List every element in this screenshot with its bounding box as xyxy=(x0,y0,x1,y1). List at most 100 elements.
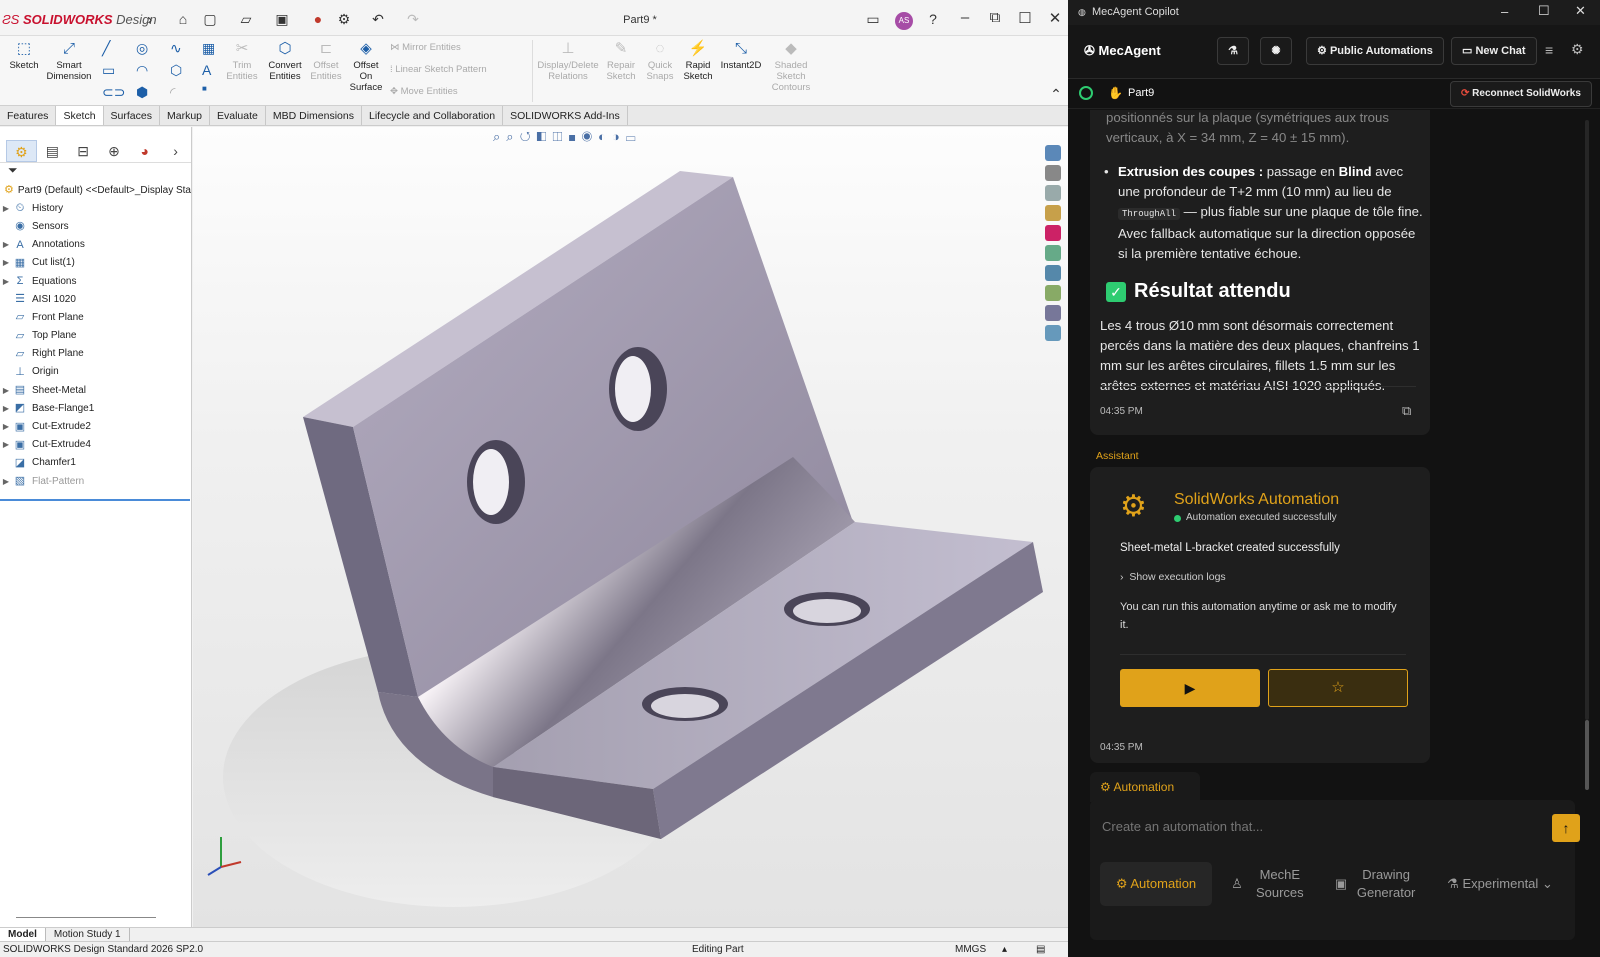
rollback-bar[interactable] xyxy=(16,917,156,918)
tree-item[interactable]: ▶ Σ Equations xyxy=(0,272,191,290)
spline-icon[interactable]: ∿ xyxy=(170,40,182,57)
tree-item[interactable]: ◪ Chamfer1 xyxy=(0,454,191,472)
appearances-icon[interactable] xyxy=(1045,225,1061,241)
offset-entities-button[interactable]: ⊏ Offset Entities xyxy=(306,40,346,82)
send-button[interactable]: ↑ xyxy=(1552,814,1580,842)
menu-icon[interactable]: ≡ xyxy=(1545,42,1553,58)
save-icon[interactable]: ▣ xyxy=(274,11,290,27)
expand-menu-icon[interactable]: › xyxy=(142,11,158,27)
smart-dimension-button[interactable]: ⤢ Smart Dimension xyxy=(44,40,94,82)
tree-item[interactable]: ▶ ▧ Flat-Pattern xyxy=(0,472,191,490)
options-icon[interactable]: ⚙ xyxy=(336,11,352,27)
mirror-entities-button[interactable]: ⋈ Mirror Entities xyxy=(390,42,461,53)
rapid-sketch-button[interactable]: ⚡ Rapid Sketch xyxy=(680,40,716,82)
status-tooltip-icon[interactable]: ▤ xyxy=(1036,944,1045,955)
text-icon[interactable]: A xyxy=(202,62,211,78)
tab-mbd-dimensions[interactable]: MBD Dimensions xyxy=(266,106,362,125)
circle-icon[interactable]: ◎ xyxy=(136,40,148,57)
terminal-icon[interactable]: ▭ xyxy=(865,11,881,27)
units-arrow-icon[interactable]: ▴ xyxy=(1002,944,1007,955)
tree-item[interactable]: ▱ Right Plane xyxy=(0,345,191,363)
fillet-icon[interactable]: ◜ xyxy=(170,84,175,101)
tree-item[interactable]: ▶ ▣ Cut-Extrude2 xyxy=(0,417,191,435)
close-icon[interactable]: ✕ xyxy=(1575,3,1586,19)
tree-item[interactable]: ⊥ Origin xyxy=(0,363,191,381)
linear-pattern-button[interactable]: ⁞ Linear Sketch Pattern xyxy=(390,64,487,75)
people-icon[interactable] xyxy=(1045,325,1061,341)
polygon-icon[interactable]: ⬡ xyxy=(170,62,182,79)
solidworks-apps-icon[interactable] xyxy=(1045,285,1061,301)
expand-panels-icon[interactable]: › xyxy=(160,140,191,162)
shaded-contours-button[interactable]: ◆ Shaded Sketch Contours xyxy=(768,40,814,93)
configuration-manager-icon[interactable]: ⊟ xyxy=(68,140,99,162)
property-manager-icon[interactable]: ▤ xyxy=(37,140,68,162)
close-icon[interactable]: ✕ xyxy=(1045,9,1065,27)
tab-features[interactable]: Features xyxy=(0,106,57,125)
tree-item[interactable]: ▱ Front Plane xyxy=(0,308,191,326)
expand-arrow-icon[interactable]: ▶ xyxy=(0,277,12,286)
show-logs-toggle[interactable]: › Show execution logs xyxy=(1120,571,1226,583)
home-icon[interactable]: ⌂ xyxy=(175,11,191,27)
sketch-button[interactable]: ⬚ Sketch xyxy=(6,40,42,71)
new-chat-button[interactable]: ▭ New Chat xyxy=(1451,37,1537,65)
move-entities-button[interactable]: ✥ Move Entities xyxy=(390,86,458,97)
composer-mode-tab[interactable]: ⚙ Automation xyxy=(1090,772,1200,802)
dimxpert-icon[interactable]: ⊕ xyxy=(99,140,130,162)
tab-markup[interactable]: Markup xyxy=(160,106,210,125)
tab-evaluate[interactable]: Evaluate xyxy=(210,106,266,125)
new-file-icon[interactable]: ▢ xyxy=(202,11,218,27)
tree-root[interactable]: ⚙ Part9 (Default) <<Default>_Display Sta xyxy=(0,181,191,199)
rectangle-icon[interactable]: ▭ xyxy=(102,62,115,79)
automation-prompt-input[interactable] xyxy=(1102,814,1542,838)
mode-experimental[interactable]: ⚗ Experimental ⌄ xyxy=(1430,862,1570,906)
convert-entities-button[interactable]: ⬡ Convert Entities xyxy=(264,40,306,82)
public-automations-button[interactable]: ⚙ Public Automations xyxy=(1306,37,1444,65)
bracket-model[interactable] xyxy=(193,127,1068,927)
repair-sketch-button[interactable]: ✎ Repair Sketch xyxy=(602,40,640,82)
feature-manager-icon[interactable]: ⚙ xyxy=(6,139,37,162)
custom-properties-icon[interactable] xyxy=(1045,245,1061,261)
collapse-ribbon-icon[interactable]: ⌃ xyxy=(1048,86,1064,102)
tab-motion-study[interactable]: Motion Study 1 xyxy=(46,928,130,941)
flask-button[interactable]: ⚗ xyxy=(1217,37,1249,65)
tab-addins[interactable]: SOLIDWORKS Add-Ins xyxy=(503,106,628,125)
expand-arrow-icon[interactable]: ▶ xyxy=(0,240,12,249)
expand-arrow-icon[interactable]: ▶ xyxy=(0,204,12,213)
tree-item[interactable]: ▶ ▤ Sheet-Metal xyxy=(0,381,191,399)
xdesign-icon[interactable] xyxy=(1045,305,1061,321)
display-delete-relations-button[interactable]: ⊥ Display/Delete Relations xyxy=(536,40,600,82)
expand-arrow-icon[interactable]: ▶ xyxy=(0,386,12,395)
chat-scrollbar[interactable] xyxy=(1585,120,1589,720)
slot-icon[interactable]: ⊂⊃ xyxy=(102,84,125,101)
maximize-icon[interactable]: ☐ xyxy=(1015,9,1035,27)
redo-icon[interactable]: ↷ xyxy=(405,11,421,27)
mode-automation[interactable]: ⚙ Automation xyxy=(1100,862,1212,906)
run-automation-button[interactable]: ▶ xyxy=(1120,669,1260,707)
tab-model[interactable]: Model xyxy=(0,928,46,941)
view-palette-icon[interactable] xyxy=(1045,205,1061,221)
status-units[interactable]: MMGS xyxy=(955,944,986,955)
offset-on-surface-button[interactable]: ◈ Offset On Surface xyxy=(346,40,386,93)
quick-snaps-button[interactable]: ◌ Quick Snaps xyxy=(642,40,678,82)
tree-item[interactable]: ▱ Top Plane xyxy=(0,327,191,345)
chat-scroll-thumb[interactable] xyxy=(1585,720,1589,790)
tree-item[interactable]: ☰ AISI 1020 xyxy=(0,290,191,308)
file-explorer-icon[interactable] xyxy=(1045,185,1061,201)
expand-arrow-icon[interactable]: ▶ xyxy=(0,477,12,486)
forum-icon[interactable] xyxy=(1045,265,1061,281)
display-manager-icon[interactable]: ◕ xyxy=(129,140,160,162)
mode-drawing-generator[interactable]: ▣ Drawing Generator xyxy=(1326,862,1426,906)
graphics-area[interactable]: ⌕⌕↺◧◫◼◉◐◑▭ ▯▯–▢✕ xyxy=(193,127,1068,927)
resources-icon[interactable] xyxy=(1045,145,1061,161)
design-library-icon[interactable] xyxy=(1045,165,1061,181)
minimize-icon[interactable]: – xyxy=(1501,4,1508,19)
minimize-icon[interactable]: – xyxy=(955,9,975,26)
line-icon[interactable]: ╱ xyxy=(102,40,110,57)
tab-surfaces[interactable]: Surfaces xyxy=(104,106,160,125)
tree-item[interactable]: ▶ ◩ Base-Flange1 xyxy=(0,399,191,417)
undo-icon[interactable]: ↶ xyxy=(370,11,386,27)
expand-arrow-icon[interactable]: ▶ xyxy=(0,422,12,431)
filter-icon[interactable]: ⏷ xyxy=(0,163,191,181)
copy-icon[interactable]: ⧉ xyxy=(1402,403,1411,419)
point-icon[interactable]: ■ xyxy=(202,84,207,93)
